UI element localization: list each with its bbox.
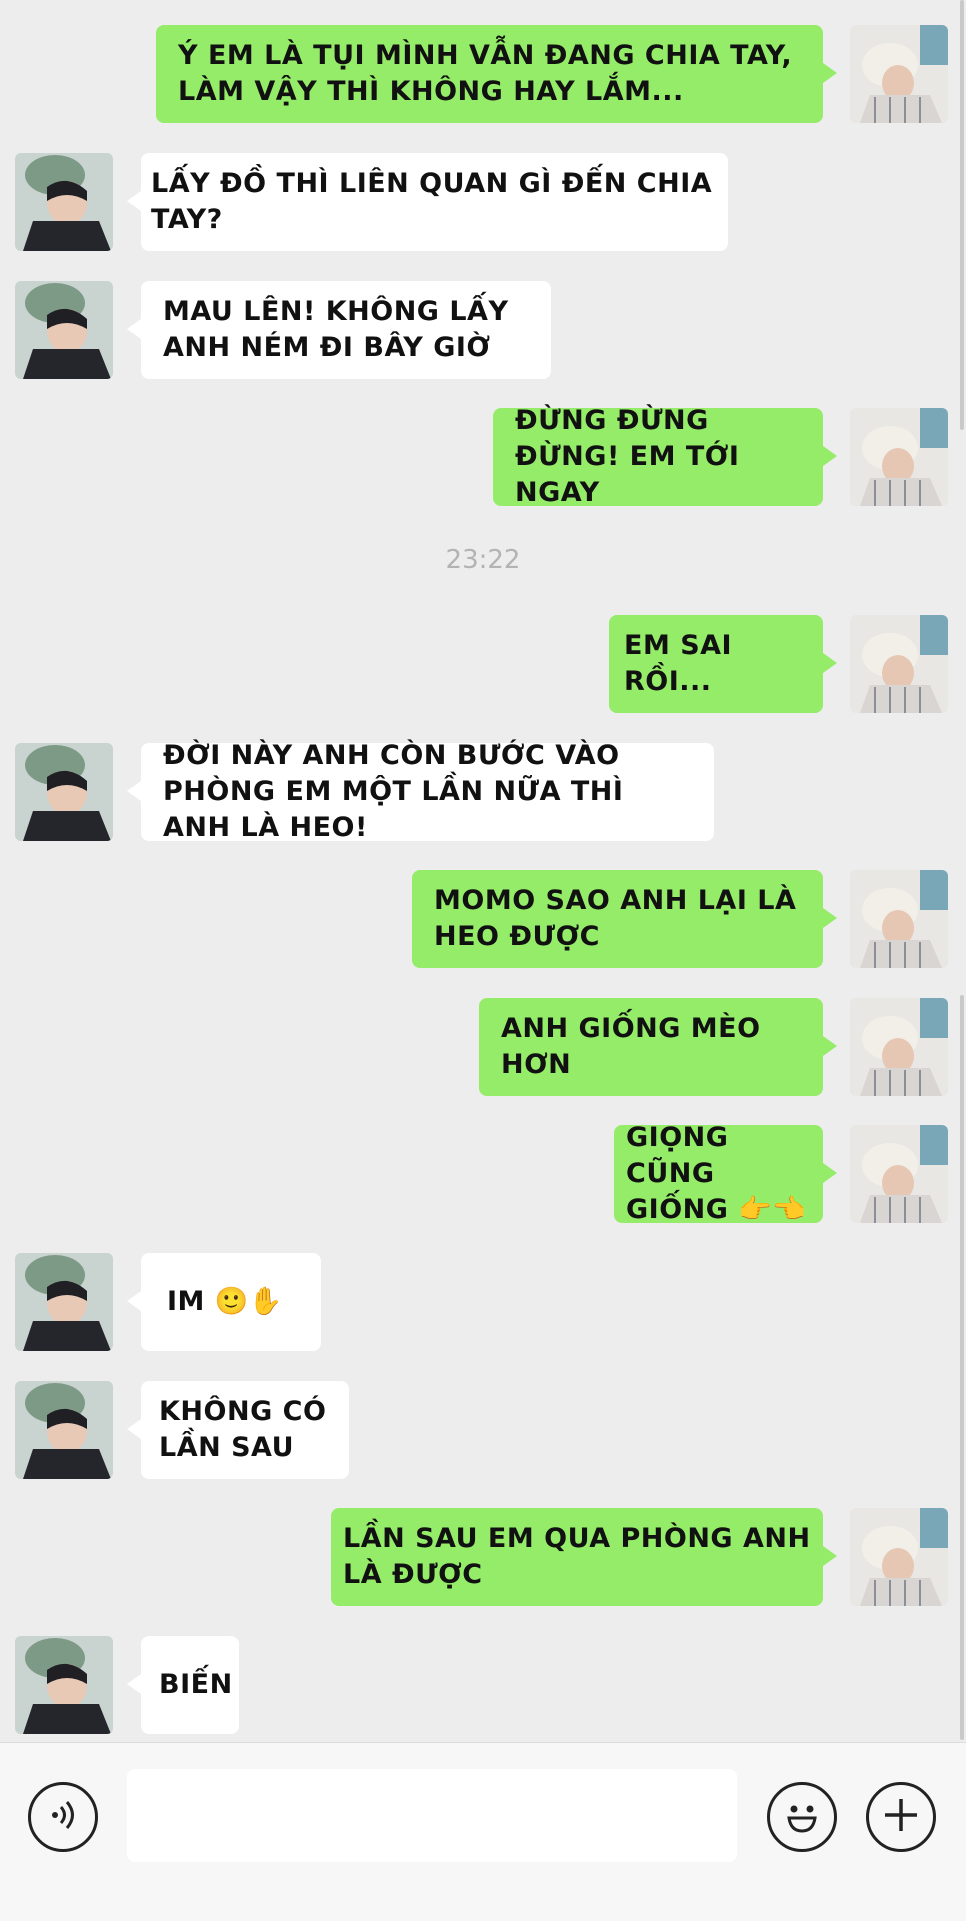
message-row: LẤY ĐỒ THÌ LIÊN QUAN GÌ ĐẾN CHIA TAY? — [0, 153, 966, 251]
message-bubble-received[interactable]: ĐỜI NÀY ANH CÒN BƯỚC VÀO PHÒNG EM MỘT LẦ… — [127, 740, 714, 843]
chat-area[interactable]: Ý EM LÀ TỤI MÌNH VẪN ĐANG CHIA TAY, LÀM … — [0, 0, 966, 1742]
contact-avatar[interactable] — [15, 1636, 113, 1734]
message-bubble-received[interactable]: LẤY ĐỒ THÌ LIÊN QUAN GÌ ĐẾN CHIA TAY? — [127, 153, 728, 251]
message-bubble-received[interactable]: KHÔNG CÓ LẦN SAU — [127, 1381, 349, 1479]
user-avatar[interactable] — [850, 1125, 948, 1223]
message-bubble-received[interactable]: MAU LÊN! KHÔNG LẤY ANH NÉM ĐI BÂY GIỜ — [127, 281, 551, 379]
voice-button[interactable] — [28, 1782, 98, 1852]
message-input[interactable] — [127, 1769, 737, 1862]
scrollbar-thumb[interactable] — [960, 995, 964, 1740]
scrollbar[interactable] — [958, 0, 966, 1742]
emoji-button[interactable] — [767, 1782, 837, 1852]
user-avatar[interactable] — [850, 1508, 948, 1606]
contact-avatar[interactable] — [15, 153, 113, 251]
message-row: KHÔNG CÓ LẦN SAU — [0, 1381, 966, 1479]
message-bubble-sent[interactable]: EM SAI RỒI... — [609, 615, 837, 713]
message-bubble-received[interactable]: IM 🙂✋ — [127, 1253, 321, 1351]
user-avatar[interactable] — [850, 408, 948, 506]
message-bubble-sent[interactable]: LẦN SAU EM QUA PHÒNG ANH LÀ ĐƯỢC — [331, 1508, 837, 1606]
message-bubble-sent[interactable]: MOMO SAO ANH LẠI LÀ HEO ĐƯỢC — [412, 870, 837, 968]
user-avatar[interactable] — [850, 998, 948, 1096]
user-avatar[interactable] — [850, 615, 948, 713]
user-avatar[interactable] — [850, 25, 948, 123]
message-row: LẦN SAU EM QUA PHÒNG ANH LÀ ĐƯỢC — [0, 1508, 966, 1606]
chat-timestamp: 23:22 — [445, 545, 521, 575]
message-row: ĐỜI NÀY ANH CÒN BƯỚC VÀO PHÒNG EM MỘT LẦ… — [0, 740, 966, 843]
message-row: BIẾN — [0, 1636, 966, 1734]
message-bubble-sent[interactable]: Ý EM LÀ TỤI MÌNH VẪN ĐANG CHIA TAY, LÀM … — [156, 25, 837, 123]
message-bubble-sent[interactable]: ĐỪNG ĐỪNG ĐỪNG! EM TỚI NGAY — [493, 405, 837, 508]
contact-avatar[interactable] — [15, 281, 113, 379]
add-button[interactable] — [866, 1782, 936, 1852]
message-row: MOMO SAO ANH LẠI LÀ HEO ĐƯỢC — [0, 870, 966, 968]
message-row: GIỌNG CŨNG GIỐNG 👉👈 — [0, 1122, 966, 1225]
message-bubble-received[interactable]: BIẾN — [127, 1636, 239, 1734]
scrollbar-thumb[interactable] — [960, 0, 964, 430]
user-avatar[interactable] — [850, 870, 948, 968]
input-bar — [0, 1742, 966, 1921]
message-bubble-sent[interactable]: ANH GIỐNG MÈO HƠN — [479, 998, 837, 1096]
contact-avatar[interactable] — [15, 1381, 113, 1479]
message-row: IM 🙂✋ — [0, 1253, 966, 1351]
plus-icon — [879, 1793, 923, 1841]
message-row: MAU LÊN! KHÔNG LẤY ANH NÉM ĐI BÂY GIỜ — [0, 281, 966, 379]
message-row: ĐỪNG ĐỪNG ĐỪNG! EM TỚI NGAY — [0, 405, 966, 508]
contact-avatar[interactable] — [15, 743, 113, 841]
voice-icon — [43, 1795, 83, 1839]
message-row: Ý EM LÀ TỤI MÌNH VẪN ĐANG CHIA TAY, LÀM … — [0, 25, 966, 123]
message-row: ANH GIỐNG MÈO HƠN — [0, 998, 966, 1096]
contact-avatar[interactable] — [15, 1253, 113, 1351]
message-bubble-sent[interactable]: GIỌNG CŨNG GIỐNG 👉👈 — [614, 1122, 837, 1225]
emoji-icon — [777, 1790, 827, 1844]
message-row: EM SAI RỒI... — [0, 615, 966, 713]
